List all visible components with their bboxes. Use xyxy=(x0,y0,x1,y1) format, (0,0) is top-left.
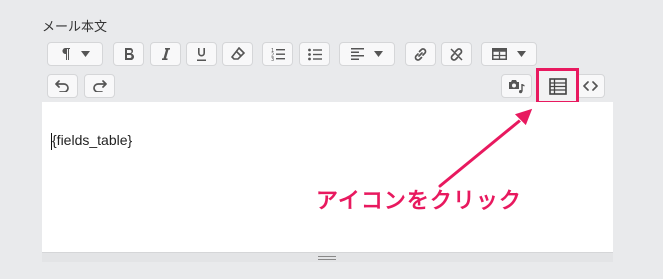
camera-music-icon xyxy=(509,79,525,93)
chevron-down-icon xyxy=(517,51,526,57)
ordered-list-icon: 123 xyxy=(271,48,285,61)
align-left-icon xyxy=(351,48,364,60)
clear-format-button[interactable] xyxy=(222,42,253,66)
toolbar-row-1: 123 xyxy=(0,42,663,68)
underline-icon xyxy=(197,47,206,61)
align-button[interactable] xyxy=(339,42,395,66)
redo-icon xyxy=(93,80,107,92)
resize-handle-icon[interactable] xyxy=(318,256,336,260)
underline-button[interactable] xyxy=(186,42,217,66)
field-label: メール本文 xyxy=(42,20,108,35)
chevron-down-icon xyxy=(374,51,383,57)
eraser-icon xyxy=(230,47,245,60)
paragraph-icon xyxy=(61,48,70,60)
table-icon xyxy=(492,48,507,60)
undo-icon xyxy=(55,80,69,92)
unlink-button[interactable] xyxy=(441,42,472,66)
ordered-list-button[interactable]: 123 xyxy=(262,42,293,66)
paragraph-format-button[interactable] xyxy=(47,42,103,66)
editor-resize-bar[interactable] xyxy=(42,252,613,262)
annotation-text: アイコンをクリック xyxy=(316,189,522,214)
unlink-icon xyxy=(450,47,463,61)
svg-text:3: 3 xyxy=(271,57,274,61)
bold-icon xyxy=(124,48,134,60)
editor-area[interactable]: {fields_table} xyxy=(42,102,613,252)
unordered-list-icon xyxy=(307,48,322,60)
code-view-button[interactable] xyxy=(576,74,605,98)
fields-table-icon xyxy=(548,77,567,95)
code-view-icon xyxy=(583,81,598,91)
editor-content: {fields_table} xyxy=(52,132,133,148)
media-button[interactable] xyxy=(501,74,532,98)
link-icon xyxy=(414,47,427,61)
redo-button[interactable] xyxy=(84,74,115,98)
chevron-down-icon xyxy=(80,51,90,57)
bold-button[interactable] xyxy=(113,42,144,66)
link-button[interactable] xyxy=(405,42,436,66)
italic-button[interactable] xyxy=(150,42,181,66)
fields-table-button[interactable] xyxy=(536,68,579,104)
table-button[interactable] xyxy=(481,42,537,66)
italic-icon xyxy=(161,48,170,60)
unordered-list-button[interactable] xyxy=(299,42,330,66)
undo-button[interactable] xyxy=(47,74,78,98)
